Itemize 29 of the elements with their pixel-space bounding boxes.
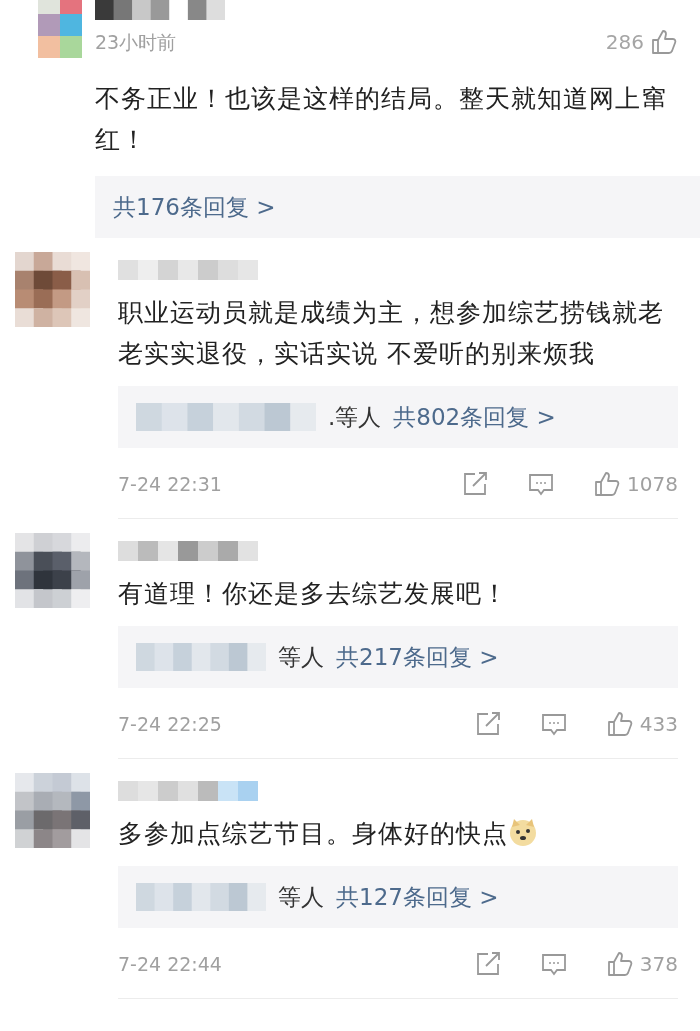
like-count: 378 xyxy=(639,952,678,976)
reply-count-link[interactable]: 共127条回复 > xyxy=(336,881,499,913)
reply-count-link[interactable]: 共802条回复 > xyxy=(393,401,556,433)
repliers-label: .等人 xyxy=(328,402,382,432)
like-count: 1078 xyxy=(627,472,678,496)
comment-text: 多参加点综艺节目。身体好的快点 xyxy=(118,813,678,854)
dog-face-emoji-icon xyxy=(508,817,538,847)
reply-count-link[interactable]: 共217条回复 > xyxy=(336,641,499,673)
timestamp: 7-24 22:31 xyxy=(118,473,223,495)
share-icon[interactable] xyxy=(461,470,490,498)
repliers-label: 等人 xyxy=(278,882,324,912)
replies-panel[interactable]: 共176条回复 > xyxy=(95,176,700,238)
thumbs-up-icon[interactable] xyxy=(593,470,622,498)
replies-panel[interactable]: .等人 共802条回复 > xyxy=(118,386,678,448)
comment-text: 职业运动员就是成绩为主，想参加综艺捞钱就老老实实退役，实话实说 不爱听的别来烦我 xyxy=(118,297,665,370)
replies-panel[interactable]: 等人 共127条回复 > xyxy=(118,866,678,928)
thumbs-up-icon[interactable] xyxy=(605,710,634,738)
like-count: 286 xyxy=(605,30,644,54)
repliers-label: 等人 xyxy=(278,642,324,672)
like-count: 433 xyxy=(639,712,678,736)
timestamp: 7-24 22:44 xyxy=(118,953,223,975)
comment-text: 有道理！你还是多去综艺发展吧！ xyxy=(118,578,509,610)
reply-count-link[interactable]: 共176条回复 > xyxy=(113,191,276,223)
thumbs-up-icon[interactable] xyxy=(605,950,634,978)
comment-text: 不务正业！也该是这样的结局。整天就知道网上窜红！ xyxy=(95,83,668,156)
replies-panel[interactable]: 等人 共217条回复 > xyxy=(118,626,678,688)
timestamp: 7-24 22:25 xyxy=(118,713,223,735)
thumbs-up-icon[interactable] xyxy=(650,28,678,56)
timestamp: 23小时前 xyxy=(95,30,177,55)
